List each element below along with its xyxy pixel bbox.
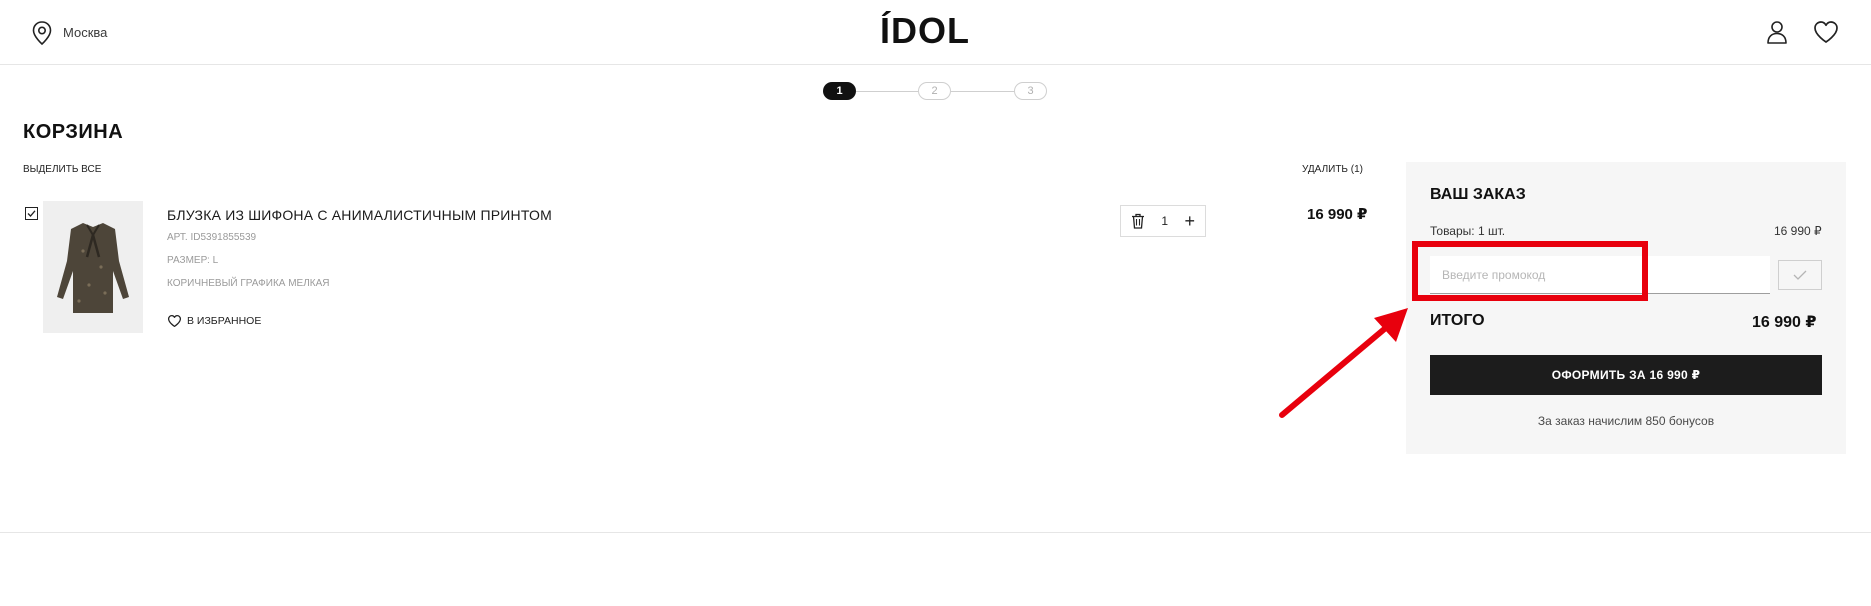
select-all-link[interactable]: ВЫДЕЛИТЬ ВСЕ xyxy=(23,164,101,175)
logo[interactable]: ÍDOL xyxy=(880,7,970,55)
goods-count: Товары: 1 шт. xyxy=(1430,224,1506,238)
trash-icon[interactable] xyxy=(1131,213,1145,229)
checkout-button[interactable]: ОФОРМИТЬ ЗА 16 990 ₽ xyxy=(1430,355,1822,395)
delete-selected-link[interactable]: УДАЛИТЬ (1) xyxy=(1302,164,1363,175)
step-1[interactable]: 1 xyxy=(823,82,856,100)
page-title: КОРЗИНА xyxy=(23,121,124,143)
quantity-stepper[interactable]: 1 + xyxy=(1120,205,1206,237)
order-summary-panel xyxy=(1406,162,1846,454)
product-name[interactable]: БЛУЗКА ИЗ ШИФОНА С АНИМАЛИСТИЧНЫМ ПРИНТО… xyxy=(167,207,552,223)
item-checkbox[interactable] xyxy=(25,207,38,220)
total-price: 16 990 ₽ xyxy=(1752,314,1817,331)
add-to-favorites-button[interactable]: В ИЗБРАННОЕ xyxy=(167,314,261,328)
step-2[interactable]: 2 xyxy=(918,82,951,100)
product-image[interactable] xyxy=(43,201,143,333)
location-pin-icon[interactable] xyxy=(30,20,54,46)
quantity-value[interactable]: 1 xyxy=(1161,214,1168,228)
check-icon xyxy=(1793,270,1807,280)
order-title: ВАШ ЗАКАЗ xyxy=(1430,186,1526,203)
step-connector xyxy=(856,91,918,92)
user-icon[interactable] xyxy=(1764,19,1790,45)
annotation-arrow xyxy=(1279,308,1408,418)
total-label: ИТОГО xyxy=(1430,312,1485,329)
location-label[interactable]: Москва xyxy=(63,25,107,40)
quantity-increase-button[interactable]: + xyxy=(1184,212,1195,230)
footer-divider xyxy=(0,532,1871,533)
apply-promo-button[interactable] xyxy=(1778,260,1822,290)
bonus-info: За заказ начислим 850 бонусов xyxy=(1537,414,1715,428)
step-3[interactable]: 3 xyxy=(1014,82,1047,100)
product-color: КОРИЧНЕВЫЙ ГРАФИКА МЕЛКАЯ xyxy=(167,278,330,289)
step-connector xyxy=(951,91,1014,92)
item-price: 16 990 ₽ xyxy=(1307,206,1368,223)
product-article: АРТ. ID5391855539 xyxy=(167,232,257,243)
goods-price: 16 990 ₽ xyxy=(1774,224,1822,238)
heart-icon[interactable] xyxy=(1812,19,1840,45)
favorites-label: В ИЗБРАННОЕ xyxy=(187,315,262,327)
annotation-highlight-box xyxy=(1412,241,1648,301)
product-size: РАЗМЕР: L xyxy=(167,255,219,266)
blouse-image xyxy=(57,223,129,313)
heart-icon xyxy=(167,314,182,327)
